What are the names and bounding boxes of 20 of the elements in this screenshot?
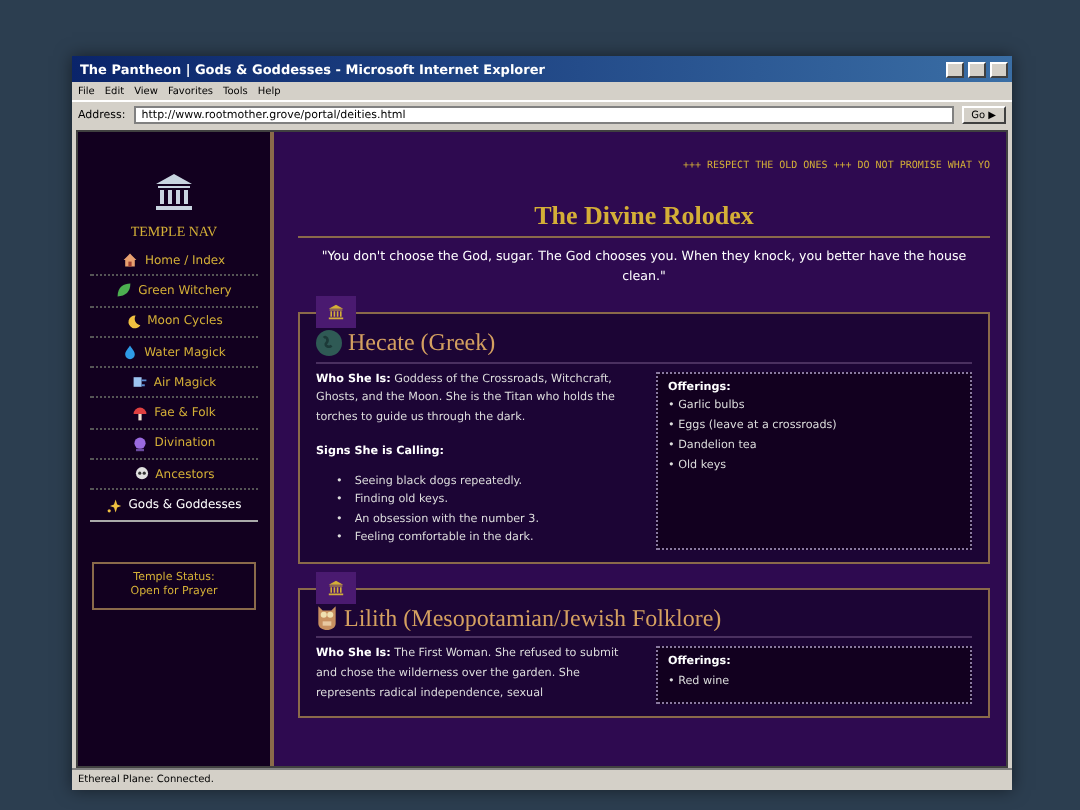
temple-icon [154, 172, 194, 212]
minimize-button[interactable] [946, 61, 964, 77]
owl-icon [316, 604, 338, 631]
moon-icon [125, 313, 142, 330]
wind-icon [131, 374, 148, 391]
house-icon [122, 252, 139, 269]
droplet-icon [122, 344, 139, 361]
sparkles-icon [106, 497, 123, 514]
skull-icon [133, 466, 150, 483]
maximize-button[interactable] [968, 61, 986, 77]
deity-name: Hecate (Greek) [348, 328, 496, 358]
mushroom-icon [132, 405, 149, 422]
globe-icon [316, 329, 342, 356]
crystal-ball-icon [132, 435, 149, 452]
leaf-icon [116, 282, 133, 299]
temple-icon [328, 579, 344, 596]
deity-name: Lilith (Mesopotamian/Jewish Folklore) [344, 603, 722, 633]
close-button[interactable] [990, 61, 1008, 77]
temple-icon [328, 304, 344, 321]
page-heading: The Divine Rolodex [298, 200, 990, 238]
